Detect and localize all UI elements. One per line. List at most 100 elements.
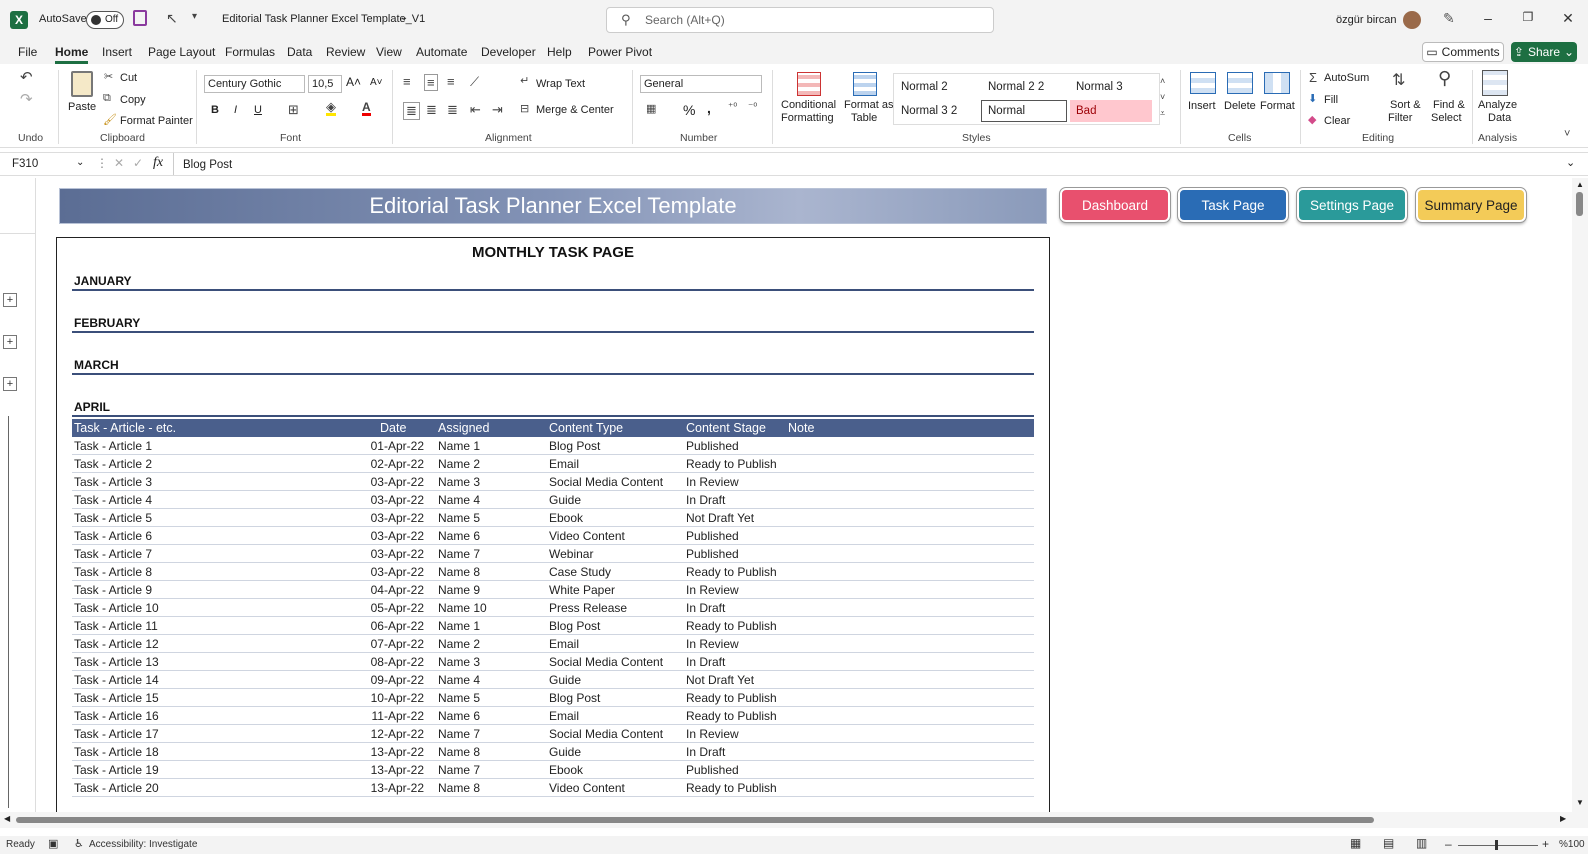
font-size-select[interactable]: 10,5 — [308, 75, 342, 93]
column-header[interactable]: Content Stage — [686, 421, 766, 435]
cell-content-type[interactable]: Guide — [549, 745, 581, 759]
cell-content-type[interactable]: Email — [549, 709, 579, 723]
cell-content-type[interactable]: Blog Post — [549, 691, 600, 705]
analyze-data-icon[interactable] — [1482, 70, 1508, 96]
insert-cells-button[interactable]: Insert — [1188, 100, 1216, 112]
zoom-out-icon[interactable]: – — [1445, 837, 1452, 851]
cell-task[interactable]: Task - Article 1 — [74, 439, 152, 453]
conditional-formatting-icon[interactable] — [797, 72, 821, 96]
cell-date[interactable]: 03-Apr-22 — [360, 511, 424, 525]
copy-icon[interactable]: ⧉ — [103, 92, 111, 105]
redo-icon[interactable]: ↷ — [20, 90, 33, 108]
scroll-left-icon[interactable]: ◀ — [4, 814, 10, 823]
cell-content-stage[interactable]: Ready to Publish — [686, 565, 777, 579]
expand-formula-icon[interactable]: ⌄ — [1566, 156, 1575, 169]
cut-button[interactable]: Cut — [120, 72, 137, 84]
pen-icon[interactable]: ✎ — [1443, 10, 1455, 27]
cell-content-stage[interactable]: Ready to Publish — [686, 457, 777, 471]
cell-date[interactable]: 12-Apr-22 — [360, 727, 424, 741]
cell-date[interactable]: 01-Apr-22 — [360, 439, 424, 453]
wrap-text-icon[interactable]: ↵ — [520, 74, 529, 87]
cell-content-type[interactable]: Case Study — [549, 565, 611, 579]
delete-cells-icon[interactable] — [1227, 72, 1253, 94]
copy-button[interactable]: Copy — [120, 94, 146, 106]
scroll-right-icon[interactable]: ▶ — [1560, 814, 1566, 823]
tab-formulas[interactable]: Formulas — [225, 45, 275, 59]
sort-filter-icon[interactable]: ⇅ — [1392, 70, 1405, 90]
accessibility-icon[interactable]: ♿ — [74, 837, 84, 850]
style-normal-3[interactable]: Normal 3 — [1070, 76, 1152, 98]
macro-icon[interactable]: ▣ — [48, 837, 58, 850]
increase-font-icon[interactable]: A˄ — [346, 75, 361, 89]
cell-date[interactable]: 08-Apr-22 — [360, 655, 424, 669]
cell-task[interactable]: Task - Article 16 — [74, 709, 159, 723]
autosum-icon[interactable]: Σ — [1309, 70, 1317, 85]
cell-task[interactable]: Task - Article 2 — [74, 457, 152, 471]
insert-function-icon[interactable]: fx — [153, 155, 163, 171]
cell-assigned[interactable]: Name 5 — [438, 691, 480, 705]
format-as-table-label-2[interactable]: Table — [851, 112, 877, 124]
sort-filter-label-1[interactable]: Sort & — [1390, 99, 1421, 111]
format-cells-icon[interactable] — [1264, 72, 1290, 94]
format-as-table-label-1[interactable]: Format as — [844, 99, 894, 111]
cell-task[interactable]: Task - Article 14 — [74, 673, 159, 687]
cell-date[interactable]: 04-Apr-22 — [360, 583, 424, 597]
cell-content-stage[interactable]: Ready to Publish — [686, 709, 777, 723]
page-break-view-icon[interactable]: ▥ — [1416, 836, 1427, 850]
share-button[interactable]: ⇪ Share ⌄ — [1511, 42, 1577, 62]
cell-content-type[interactable]: Press Release — [549, 601, 627, 615]
cell-assigned[interactable]: Name 4 — [438, 493, 480, 507]
cell-assigned[interactable]: Name 4 — [438, 673, 480, 687]
cell-date[interactable]: 03-Apr-22 — [360, 529, 424, 543]
table-row[interactable]: Task - Article 16 11-Apr-22 Name 6 Email Rea… — [72, 707, 1034, 725]
fill-icon[interactable]: ⬇ — [1308, 92, 1317, 105]
expand-group-button[interactable]: + — [3, 377, 17, 391]
scroll-thumb[interactable] — [1576, 192, 1583, 216]
cell-date[interactable]: 10-Apr-22 — [360, 691, 424, 705]
cell-assigned[interactable]: Name 8 — [438, 565, 480, 579]
cell-task[interactable]: Task - Article 20 — [74, 781, 159, 795]
cell-task[interactable]: Task - Article 9 — [74, 583, 152, 597]
column-header[interactable]: Assigned — [438, 421, 489, 435]
cell-date[interactable]: 02-Apr-22 — [360, 457, 424, 471]
cell-date[interactable]: 05-Apr-22 — [360, 601, 424, 615]
analyze-data-label-2[interactable]: Data — [1488, 112, 1511, 124]
cell-content-stage[interactable]: Not Draft Yet — [686, 511, 754, 525]
comma-button[interactable]: , — [707, 100, 711, 116]
normal-view-icon[interactable]: ▦ — [1350, 836, 1361, 850]
style-normal-3-2[interactable]: Normal 3 2 — [895, 100, 977, 122]
cell-content-type[interactable]: Email — [549, 457, 579, 471]
restore-icon[interactable]: ❐ — [1518, 10, 1538, 30]
table-row[interactable]: Task - Article 11 06-Apr-22 Name 1 Blog Pos… — [72, 617, 1034, 635]
find-icon[interactable]: ⚲ — [1438, 68, 1451, 89]
cell-content-stage[interactable]: Published — [686, 763, 739, 777]
cell-content-type[interactable]: White Paper — [549, 583, 615, 597]
format-as-table-icon[interactable] — [853, 72, 877, 96]
align-bottom-icon[interactable]: ≡ — [447, 74, 455, 89]
number-format-select[interactable]: General — [640, 75, 762, 93]
document-title[interactable]: Editorial Task Planner Excel Template_V1 — [222, 13, 425, 25]
cell-content-type[interactable]: Guide — [549, 673, 581, 687]
accessibility-status[interactable]: Accessibility: Investigate — [89, 839, 197, 850]
align-left-icon[interactable]: ≣ — [403, 102, 420, 120]
customize-qat-icon[interactable]: ▾ — [192, 11, 197, 22]
cell-content-stage[interactable]: In Review — [686, 475, 739, 489]
cell-task[interactable]: Task - Article 19 — [74, 763, 159, 777]
sort-filter-label-2[interactable]: Filter — [1388, 112, 1412, 124]
cell-task[interactable]: Task - Article 15 — [74, 691, 159, 705]
style-normal-2[interactable]: Normal 2 — [895, 76, 977, 98]
decrease-indent-icon[interactable]: ⇤ — [470, 102, 481, 118]
cell-assigned[interactable]: Name 9 — [438, 583, 480, 597]
cell-content-type[interactable]: Ebook — [549, 763, 583, 777]
minimize-icon[interactable]: – — [1478, 10, 1498, 30]
increase-decimal-icon[interactable]: ⁺⁰ — [728, 102, 737, 113]
cell-date[interactable]: 03-Apr-22 — [360, 493, 424, 507]
tab-insert[interactable]: Insert — [102, 45, 132, 59]
delete-cells-button[interactable]: Delete — [1224, 100, 1256, 112]
style-bad[interactable]: Bad — [1070, 100, 1152, 122]
align-top-icon[interactable]: ≡ — [403, 74, 411, 89]
enter-icon[interactable]: ✓ — [133, 156, 143, 170]
table-row[interactable]: Task - Article 17 12-Apr-22 Name 7 Social M… — [72, 725, 1034, 743]
task-page-button[interactable]: Task Page — [1177, 187, 1289, 223]
table-row[interactable]: Task - Article 15 10-Apr-22 Name 5 Blog Pos… — [72, 689, 1034, 707]
